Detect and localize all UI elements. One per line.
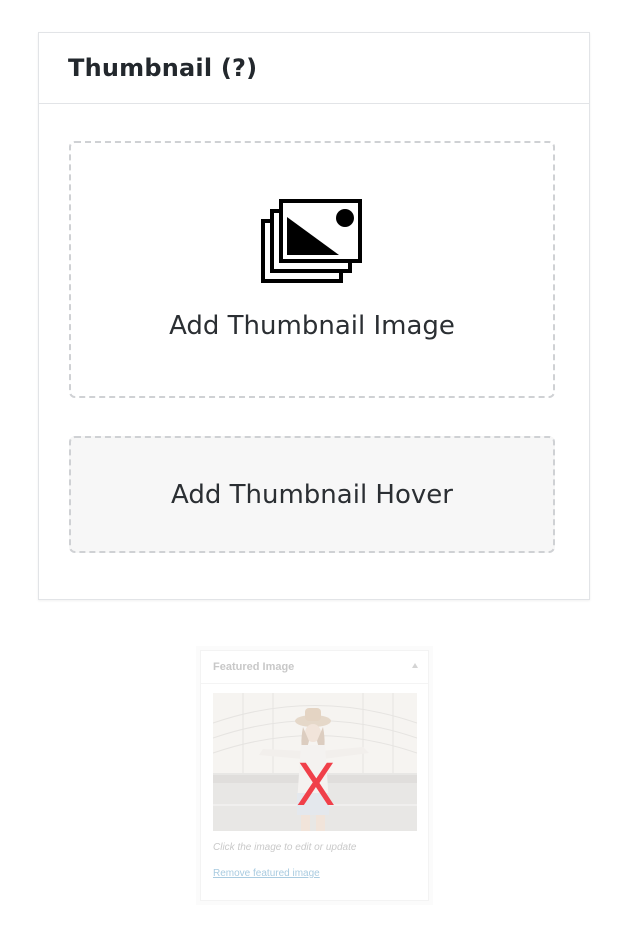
add-thumbnail-image-label: Add Thumbnail Image bbox=[169, 310, 455, 341]
featured-image-title: Featured Image bbox=[213, 661, 295, 673]
collapse-arrow-icon[interactable] bbox=[412, 663, 418, 668]
not-allowed-x-mark: X bbox=[296, 751, 336, 819]
thumbnail-metabox: Thumbnail (?) Add Thumbnail Image Add Th… bbox=[38, 32, 590, 600]
metabox-title: Thumbnail (?) bbox=[68, 54, 258, 82]
featured-image-panel: Featured Image X Click the image to edit… bbox=[200, 650, 429, 901]
featured-image-widget: Featured Image X Click the image to edit… bbox=[196, 646, 433, 905]
add-thumbnail-hover-label: Add Thumbnail Hover bbox=[171, 479, 453, 510]
remove-featured-image-link[interactable]: Remove featured image bbox=[213, 868, 320, 879]
add-thumbnail-hover-button[interactable]: Add Thumbnail Hover bbox=[69, 436, 555, 553]
featured-image-caption: Click the image to edit or update bbox=[213, 842, 357, 853]
metabox-header: Thumbnail (?) bbox=[39, 33, 589, 104]
add-thumbnail-image-button[interactable]: Add Thumbnail Image bbox=[69, 141, 555, 398]
divider bbox=[201, 683, 428, 684]
images-stack-icon bbox=[261, 198, 362, 283]
featured-image-thumbnail[interactable]: X bbox=[213, 693, 417, 831]
